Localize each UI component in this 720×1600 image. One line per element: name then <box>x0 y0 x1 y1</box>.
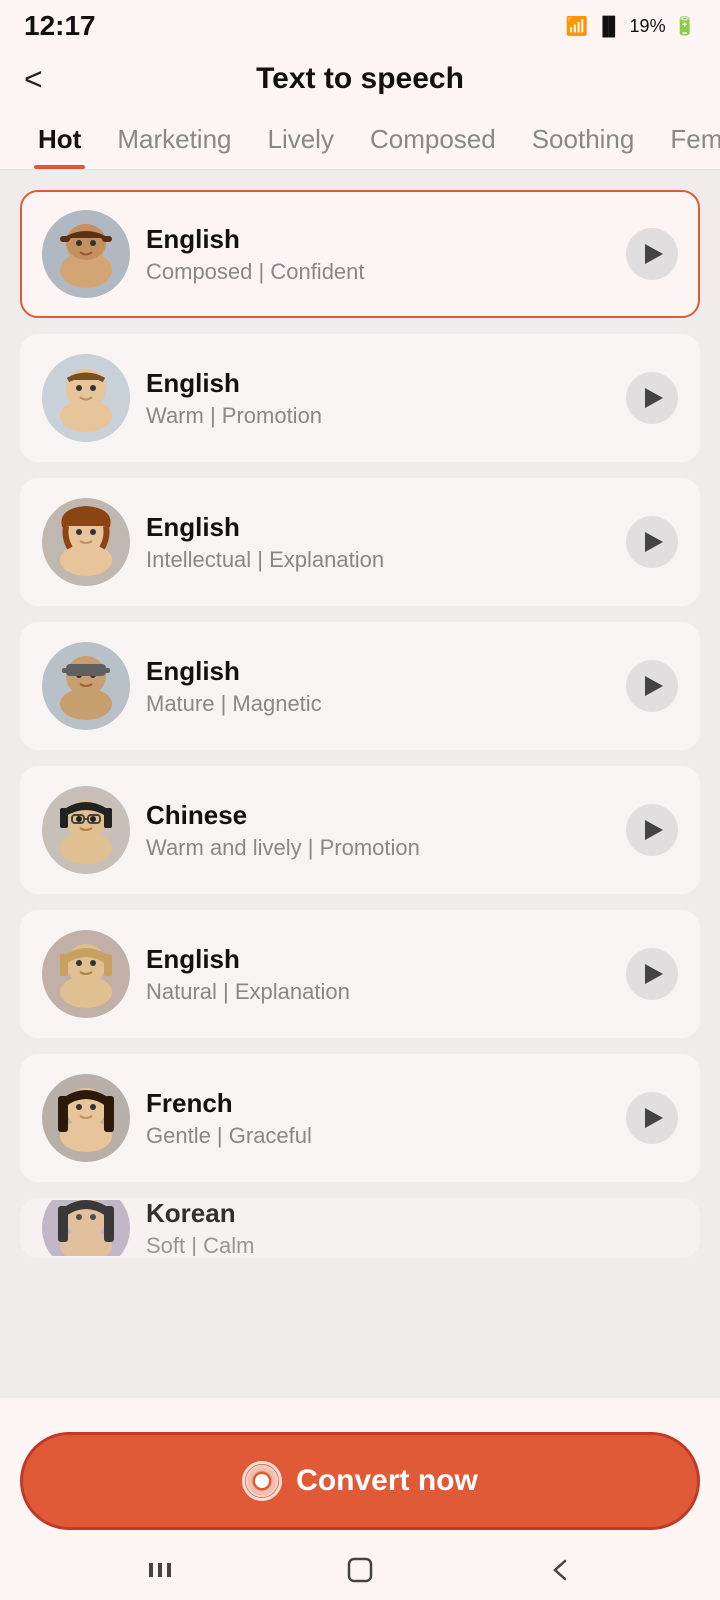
play-button-7[interactable] <box>626 1092 678 1144</box>
tab-composed[interactable]: Composed <box>352 116 514 169</box>
voice-card-5[interactable]: Chinese Warm and lively | Promotion <box>20 766 700 894</box>
voice-card-7[interactable]: French Gentle | Graceful <box>20 1054 700 1182</box>
play-button-5[interactable] <box>626 804 678 856</box>
convert-icon <box>242 1461 282 1501</box>
voice-list: English Composed | Confident English War… <box>0 170 720 1398</box>
bottom-nav <box>0 1540 720 1600</box>
tab-soothing[interactable]: Soothing <box>514 116 653 169</box>
voice-lang-3: English <box>146 512 610 543</box>
play-button-2[interactable] <box>626 372 678 424</box>
voice-card-4[interactable]: English Mature | Magnetic <box>20 622 700 750</box>
voice-lang-5: Chinese <box>146 800 610 831</box>
avatar-6 <box>42 930 130 1018</box>
voice-desc-6: Natural | Explanation <box>146 979 610 1005</box>
voice-card-1[interactable]: English Composed | Confident <box>20 190 700 318</box>
voice-desc-5: Warm and lively | Promotion <box>146 835 610 861</box>
voice-info-2: English Warm | Promotion <box>146 368 610 429</box>
voice-info-1: English Composed | Confident <box>146 224 610 285</box>
tab-hot[interactable]: Hot <box>20 116 99 169</box>
tab-female[interactable]: Female <box>652 116 720 169</box>
convert-bar: Convert now <box>0 1422 720 1540</box>
status-icons: 📶 ▐▌ 19% 🔋 <box>566 16 696 37</box>
avatar-8 <box>42 1198 130 1258</box>
tab-marketing[interactable]: Marketing <box>99 116 249 169</box>
nav-back[interactable] <box>545 1555 575 1585</box>
voice-lang-7: French <box>146 1088 610 1119</box>
avatar-2 <box>42 354 130 442</box>
avatar-7 <box>42 1074 130 1162</box>
play-button-6[interactable] <box>626 948 678 1000</box>
voice-lang-4: English <box>146 656 610 687</box>
avatar-1 <box>42 210 130 298</box>
voice-lang-1: English <box>146 224 610 255</box>
voice-lang-8: Korean <box>146 1198 678 1229</box>
voice-desc-8: Soft | Calm <box>146 1233 678 1259</box>
convert-button[interactable]: Convert now <box>20 1432 700 1530</box>
voice-card-6[interactable]: English Natural | Explanation <box>20 910 700 1038</box>
play-button-3[interactable] <box>626 516 678 568</box>
status-time: 12:17 <box>24 10 96 42</box>
tabs-container: Hot Marketing Lively Composed Soothing F… <box>0 106 720 170</box>
battery-icon: 🔋 <box>674 16 696 37</box>
voice-info-4: English Mature | Magnetic <box>146 656 610 717</box>
tab-lively[interactable]: Lively <box>249 116 351 169</box>
avatar-3 <box>42 498 130 586</box>
voice-lang-6: English <box>146 944 610 975</box>
voice-desc-7: Gentle | Graceful <box>146 1123 610 1149</box>
signal-icon: ▐▌ <box>596 16 622 37</box>
voice-card-8[interactable]: Korean Soft | Calm <box>20 1198 700 1258</box>
battery-text: 19% <box>630 16 666 37</box>
nav-home[interactable] <box>345 1555 375 1585</box>
voice-info-3: English Intellectual | Explanation <box>146 512 610 573</box>
voice-desc-1: Composed | Confident <box>146 259 610 285</box>
header: < Text to speech <box>0 48 720 106</box>
voice-desc-4: Mature | Magnetic <box>146 691 610 717</box>
play-button-1[interactable] <box>626 228 678 280</box>
voice-desc-3: Intellectual | Explanation <box>146 547 610 573</box>
voice-card-2[interactable]: English Warm | Promotion <box>20 334 700 462</box>
voice-info-5: Chinese Warm and lively | Promotion <box>146 800 610 861</box>
voice-info-7: French Gentle | Graceful <box>146 1088 610 1149</box>
voice-info-6: English Natural | Explanation <box>146 944 610 1005</box>
voice-lang-2: English <box>146 368 610 399</box>
page-title: Text to speech <box>256 62 464 96</box>
wifi-icon: 📶 <box>566 16 588 37</box>
status-bar: 12:17 📶 ▐▌ 19% 🔋 <box>0 0 720 48</box>
play-button-4[interactable] <box>626 660 678 712</box>
voice-card-3[interactable]: English Intellectual | Explanation <box>20 478 700 606</box>
convert-button-label: Convert now <box>296 1464 478 1498</box>
voice-info-8: Korean Soft | Calm <box>146 1198 678 1258</box>
avatar-5 <box>42 786 130 874</box>
voice-desc-2: Warm | Promotion <box>146 403 610 429</box>
nav-recent-apps[interactable] <box>145 1555 175 1585</box>
avatar-4 <box>42 642 130 730</box>
back-button[interactable]: < <box>24 61 43 98</box>
